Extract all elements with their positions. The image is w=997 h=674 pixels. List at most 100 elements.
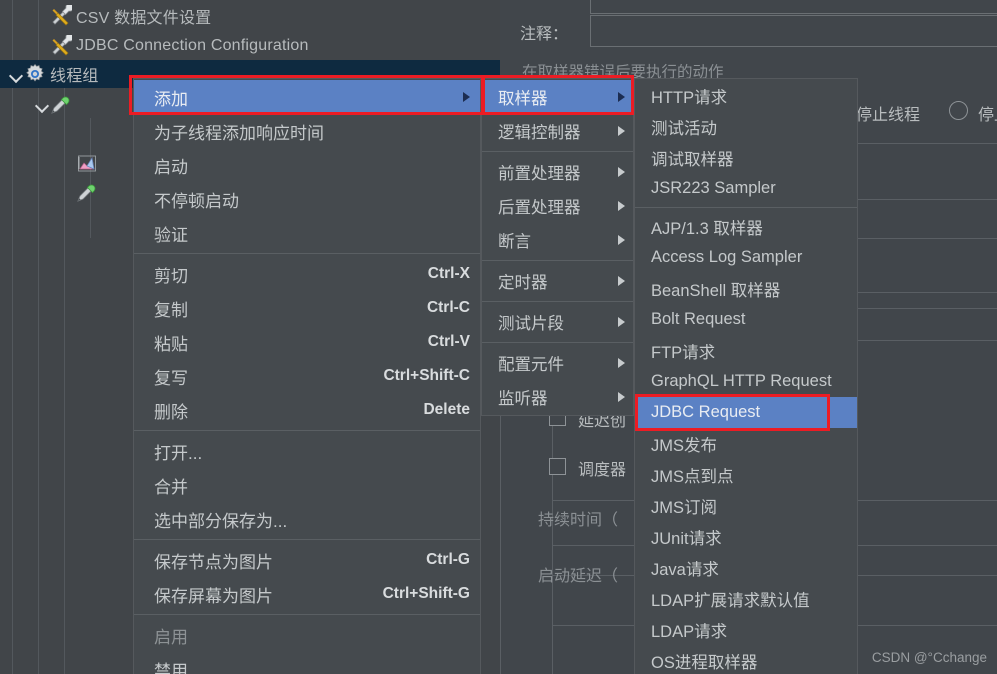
comment-field[interactable] [590,15,997,47]
context-menu-category-item[interactable]: 取样器 [482,80,633,114]
context-menu-sampler-item[interactable]: Java请求 [635,552,857,583]
menu-item-label: Bolt Request [651,310,746,328]
menu-separator [482,151,633,152]
context-menu-add-item[interactable]: 合并 [134,468,480,502]
stop-test-radio[interactable] [949,101,968,120]
chevron-down-icon[interactable] [8,66,24,82]
tree-item-label: JDBC Connection Configuration [76,37,309,54]
menu-separator [134,539,480,540]
context-menu-sampler-item[interactable]: HTTP请求 [635,80,857,111]
context-menu-add[interactable]: 添加 为子线程添加响应时间 启动不停顿启动验证剪切 Ctrl-X 复制 Ctrl-C 粘贴 C… [133,78,481,674]
menu-separator [482,301,633,302]
menu-item-label: JMS订阅 [651,498,717,517]
context-menu-add-item[interactable]: 为子线程添加响应时间 [134,114,480,148]
context-menu-category-item[interactable]: 后置处理器 [482,189,633,223]
context-menu-add-item[interactable]: 启用 [134,618,480,652]
context-menu-add-item[interactable]: 复制 Ctrl-C [134,291,480,325]
submenu-arrow-icon [618,392,625,402]
menu-item-label: 断言 [498,233,531,251]
context-menu-sampler-item[interactable]: Bolt Request [635,304,857,335]
menu-item-label: GraphQL HTTP Request [651,372,832,390]
context-menu-sampler-item[interactable]: JMS点到点 [635,459,857,490]
context-menu-sampler-item[interactable]: GraphQL HTTP Request [635,366,857,397]
menu-item-label: 打开... [154,443,203,463]
context-menu-category-item[interactable]: 前置处理器 [482,155,633,189]
submenu-arrow-icon [463,92,470,102]
menu-item-label: 定时器 [498,274,548,292]
tree-item-label: 线程组 [50,68,99,85]
context-menu-sampler-item[interactable]: FTP请求 [635,335,857,366]
context-menu-sampler-item[interactable]: LDAP扩展请求默认值 [635,583,857,614]
context-menu-sampler-item[interactable]: JMS订阅 [635,490,857,521]
context-menu-category-item[interactable]: 定时器 [482,264,633,298]
context-menu-sampler-item[interactable]: OS进程取样器 [635,645,857,674]
menu-item-label: LDAP请求 [651,622,728,641]
menu-item-label: 剪切 [154,266,188,286]
menu-item-label: JUnit请求 [651,529,722,548]
context-menu-sampler-item[interactable]: AJP/1.3 取样器 [635,211,857,242]
context-submenu-samplers[interactable]: HTTP请求 测试活动 调试取样器 JSR223 Sampler AJP/1.3 取样器… [634,78,858,674]
tree-item-label: CSV 数据文件设置 [76,10,212,27]
menu-item-label: 前置处理器 [498,165,581,183]
context-menu-category-item[interactable]: 监听器 [482,380,633,414]
context-menu-sampler-item[interactable]: JSR223 Sampler [635,173,857,204]
context-menu-sampler-item[interactable]: JMS发布 [635,428,857,459]
context-submenu-categories[interactable]: 取样器逻辑控制器前置处理器后置处理器断言定时器测试片段配置元件监听器 [481,78,634,416]
menu-item-shortcut: Ctrl-C [426,299,470,316]
submenu-arrow-icon [618,201,625,211]
context-menu-sampler-item[interactable]: BeanShell 取样器 [635,273,857,304]
dropper-icon [50,93,72,115]
context-menu-category-item[interactable]: 测试片段 [482,305,633,339]
context-menu-add-item[interactable]: 禁用 [134,652,480,674]
chevron-down-icon[interactable] [34,96,50,112]
menu-item-label: JSR223 Sampler [651,179,776,197]
menu-item-label: 配置元件 [498,356,564,374]
name-field[interactable] [590,0,997,14]
menu-item-label: BeanShell 取样器 [651,281,781,300]
tree-item[interactable]: CSV 数据文件设置 [0,2,500,30]
menu-item-label: FTP请求 [651,343,716,362]
menu-item-shortcut: Ctrl-G [426,551,470,568]
menu-item-label: 不停顿启动 [154,191,239,211]
context-menu-sampler-item[interactable]: 调试取样器 [635,142,857,173]
context-menu-sampler-item[interactable]: LDAP请求 [635,614,857,645]
context-menu-add-item[interactable]: 保存屏幕为图片 Ctrl+Shift-G [134,577,480,611]
duration-label: 持续时间（ [538,512,619,529]
menu-item-shortcut: Delete [423,401,470,418]
context-menu-add-item[interactable]: 保存节点为图片 Ctrl-G [134,543,480,577]
menu-item-label: 保存屏幕为图片 [154,586,273,606]
context-menu-add-item[interactable]: 复写 Ctrl+Shift-C [134,359,480,393]
context-menu-add-item[interactable]: 剪切 Ctrl-X [134,257,480,291]
menu-item-label: 复制 [154,300,188,320]
menu-separator [134,430,480,431]
context-menu-add-item[interactable]: 添加 [134,80,480,114]
context-menu-category-item[interactable]: 逻辑控制器 [482,114,633,148]
context-menu-add-item[interactable]: 粘贴 Ctrl-V [134,325,480,359]
stop-thread-label: 停止线程 [856,107,921,124]
context-menu-sampler-item[interactable]: Access Log Sampler [635,242,857,273]
menu-item-label: LDAP扩展请求默认值 [651,591,810,610]
scheduler-checkbox[interactable] [549,458,566,475]
context-menu-add-item[interactable]: 打开... [134,434,480,468]
context-menu-add-item[interactable]: 选中部分保存为... [134,502,480,536]
context-menu-sampler-item[interactable]: JDBC Request [635,397,857,428]
menu-item-label: 禁用 [154,661,188,674]
menu-item-label: OS进程取样器 [651,653,758,672]
context-menu-category-item[interactable]: 断言 [482,223,633,257]
context-menu-category-item[interactable]: 配置元件 [482,346,633,380]
tool-icon [50,35,72,57]
menu-item-label: 选中部分保存为... [154,511,288,531]
menu-item-label: JMS发布 [651,436,717,455]
context-menu-add-item[interactable]: 验证 [134,216,480,250]
menu-item-label: 逻辑控制器 [498,124,581,142]
submenu-arrow-icon [618,358,625,368]
jmeter-window: CSV 数据文件设置 JDBC Connection Configuration 线… [0,0,997,674]
menu-item-label: 保存节点为图片 [154,552,273,572]
tree-item[interactable]: JDBC Connection Configuration [0,32,500,60]
chart-icon [76,153,98,175]
context-menu-sampler-item[interactable]: JUnit请求 [635,521,857,552]
context-menu-add-item[interactable]: 删除 Delete [134,393,480,427]
context-menu-sampler-item[interactable]: 测试活动 [635,111,857,142]
context-menu-add-item[interactable]: 启动 [134,148,480,182]
context-menu-add-item[interactable]: 不停顿启动 [134,182,480,216]
